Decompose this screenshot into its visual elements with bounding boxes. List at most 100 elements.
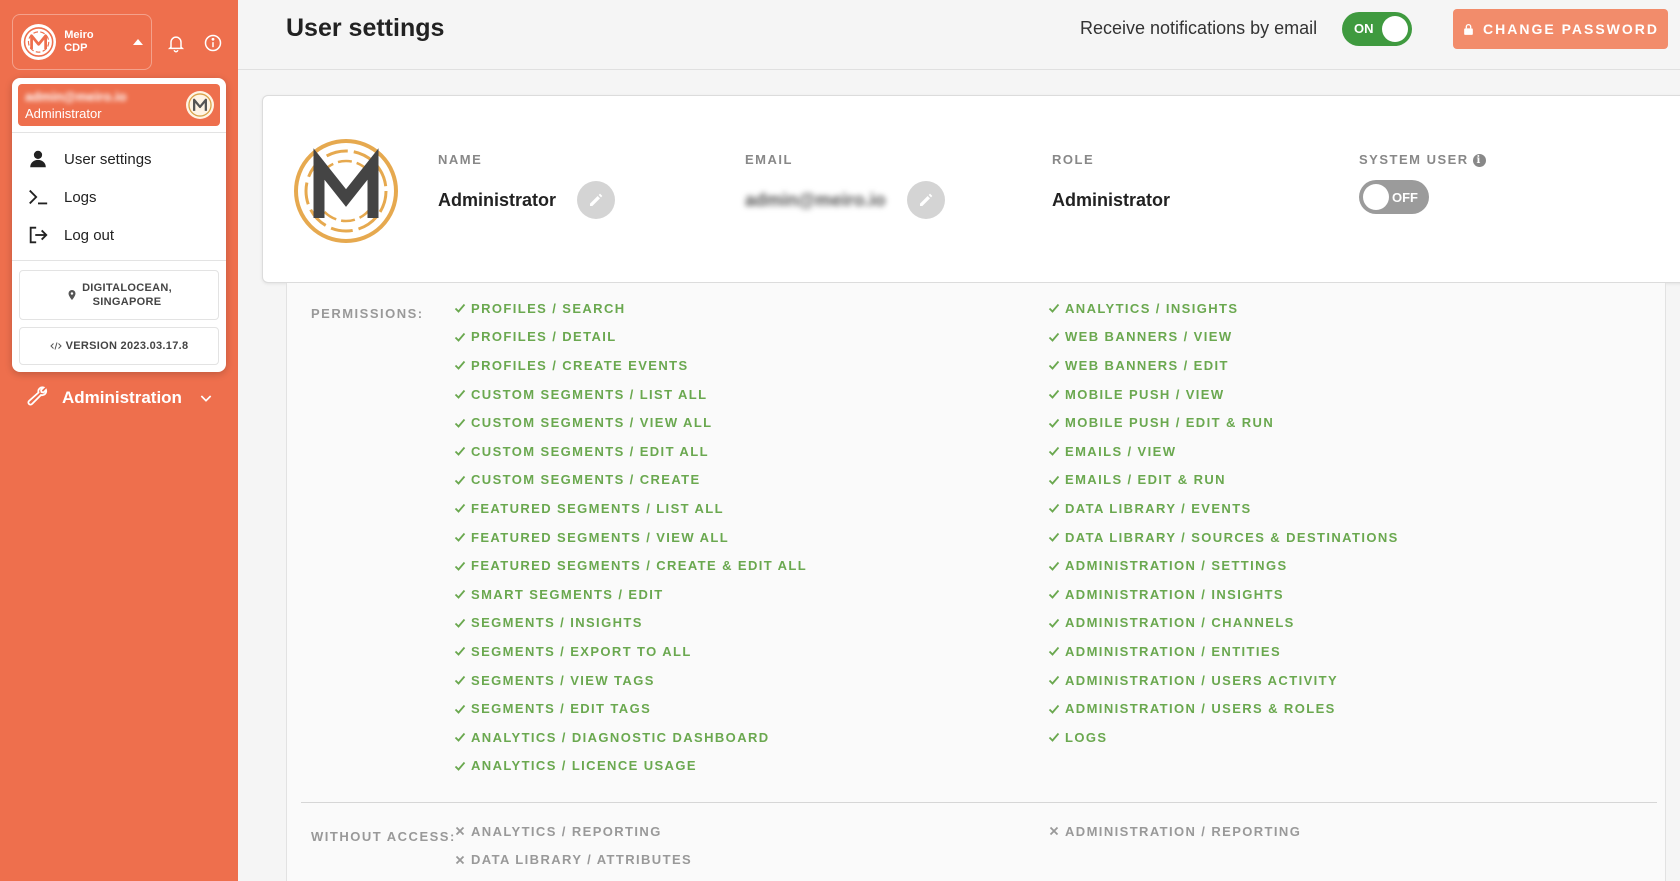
bell-icon[interactable] bbox=[165, 32, 187, 54]
permission-item: SEGMENTS / INSIGHTS bbox=[454, 609, 807, 638]
permission-item: ANALYTICS / INSIGHTS bbox=[1048, 294, 1399, 323]
permission-label: PROFILES / CREATE EVENTS bbox=[471, 357, 689, 373]
toggle-knob bbox=[1382, 16, 1408, 42]
permission-item: ADMINISTRATION / INSIGHTS bbox=[1048, 580, 1399, 609]
code-icon bbox=[49, 342, 62, 350]
user-icon bbox=[26, 147, 50, 171]
wrench-icon bbox=[27, 386, 48, 406]
check-icon bbox=[454, 590, 466, 600]
permission-item: FEATURED SEGMENTS / VIEW ALL bbox=[454, 523, 807, 552]
permission-label: CUSTOM SEGMENTS / CREATE bbox=[471, 472, 701, 488]
permission-label: MOBILE PUSH / EDIT & RUN bbox=[1065, 415, 1275, 431]
check-icon bbox=[1048, 447, 1060, 457]
permission-item: EMAILS / VIEW bbox=[1048, 437, 1399, 466]
permission-label: LOGS bbox=[1065, 729, 1108, 745]
permission-label: SMART SEGMENTS / EDIT bbox=[471, 586, 664, 602]
brand-switcher[interactable]: Meiro CDP bbox=[12, 14, 152, 70]
check-icon bbox=[454, 447, 466, 457]
permission-item: SEGMENTS / EDIT TAGS bbox=[454, 694, 807, 723]
check-icon bbox=[1048, 675, 1060, 685]
check-icon bbox=[1048, 332, 1060, 342]
check-icon bbox=[454, 389, 466, 399]
permission-item: ADMINISTRATION / ENTITIES bbox=[1048, 637, 1399, 666]
system-user-label-text: SYSTEM USER bbox=[1359, 152, 1469, 167]
brand-name: Meiro CDP bbox=[64, 29, 94, 54]
permission-item: ADMINISTRATION / USERS & ROLES bbox=[1048, 694, 1399, 723]
email-label: EMAIL bbox=[745, 152, 793, 167]
permission-item: PROFILES / DETAIL bbox=[454, 323, 807, 352]
info-icon[interactable] bbox=[202, 32, 224, 54]
menu-item-user-settings[interactable]: User settings bbox=[26, 143, 152, 175]
permission-label: ANALYTICS / REPORTING bbox=[471, 823, 662, 839]
name-value: Administrator bbox=[438, 190, 557, 210]
edit-name-button[interactable] bbox=[577, 181, 615, 219]
logout-icon bbox=[26, 223, 50, 247]
menu-item-log-out[interactable]: Log out bbox=[26, 219, 114, 251]
permission-label: ANALYTICS / LICENCE USAGE bbox=[471, 758, 697, 774]
permissions-panel: PERMISSIONS: PROFILES / SEARCH PROFILES /… bbox=[286, 283, 1666, 881]
sidebar-item-administration[interactable]: Administration bbox=[24, 386, 214, 410]
info-icon[interactable]: i bbox=[1472, 154, 1486, 167]
location-line-2: SINGAPORE bbox=[92, 296, 162, 308]
x-icon bbox=[455, 855, 465, 865]
permission-label: ADMINISTRATION / USERS ACTIVITY bbox=[1065, 672, 1339, 688]
check-icon bbox=[454, 475, 466, 485]
permission-label: PROFILES / DETAIL bbox=[471, 329, 617, 345]
divider bbox=[12, 260, 226, 261]
check-icon bbox=[454, 532, 466, 542]
permission-item: CUSTOM SEGMENTS / VIEW ALL bbox=[454, 408, 807, 437]
user-role: Administrator bbox=[25, 106, 102, 121]
no-access-item: ADMINISTRATION / REPORTING bbox=[1048, 817, 1301, 846]
location-line-1: DIGITALOCEAN, bbox=[82, 282, 172, 294]
check-icon bbox=[454, 647, 466, 657]
permission-item: CUSTOM SEGMENTS / LIST ALL bbox=[454, 380, 807, 409]
sidebar: Meiro CDP admin@meiro.io Administrator U… bbox=[0, 0, 238, 881]
permissions-title: PERMISSIONS: bbox=[311, 306, 424, 321]
caret-up-icon bbox=[133, 39, 143, 45]
permission-label: FEATURED SEGMENTS / LIST ALL bbox=[471, 500, 724, 516]
permission-item: WEB BANNERS / VIEW bbox=[1048, 323, 1399, 352]
email-value: admin@meiro.io bbox=[745, 190, 886, 210]
permission-item: DATA LIBRARY / EVENTS bbox=[1048, 494, 1399, 523]
email-notifications-toggle[interactable]: ON bbox=[1342, 12, 1412, 46]
permission-item: ADMINISTRATION / USERS ACTIVITY bbox=[1048, 666, 1399, 695]
check-icon bbox=[1048, 647, 1060, 657]
check-icon bbox=[1048, 504, 1060, 514]
permission-label: MOBILE PUSH / VIEW bbox=[1065, 386, 1225, 402]
permission-label: ADMINISTRATION / USERS & ROLES bbox=[1065, 701, 1336, 717]
change-password-button[interactable]: CHANGE PASSWORD bbox=[1453, 9, 1668, 49]
system-user-label: SYSTEM USER i bbox=[1359, 152, 1486, 167]
permission-item: FEATURED SEGMENTS / CREATE & EDIT ALL bbox=[454, 551, 807, 580]
check-icon bbox=[454, 733, 466, 743]
permission-item: WEB BANNERS / EDIT bbox=[1048, 351, 1399, 380]
permission-label: ADMINISTRATION / ENTITIES bbox=[1065, 643, 1282, 659]
permission-label: ADMINISTRATION / REPORTING bbox=[1065, 823, 1302, 839]
lock-icon bbox=[1464, 23, 1473, 35]
profile-card: NAME Administrator EMAIL admin@meiro.io … bbox=[262, 95, 1680, 283]
x-icon bbox=[1049, 827, 1059, 836]
permission-item: PROFILES / CREATE EVENTS bbox=[454, 351, 807, 380]
version-info: VERSION 2023.03.17.8 bbox=[19, 327, 219, 365]
permission-item: MOBILE PUSH / EDIT & RUN bbox=[1048, 408, 1399, 437]
check-icon bbox=[1048, 590, 1060, 600]
role-value: Administrator bbox=[1052, 190, 1171, 210]
permission-label: ADMINISTRATION / SETTINGS bbox=[1065, 558, 1288, 574]
avatar bbox=[186, 91, 214, 119]
page-title: User settings bbox=[286, 14, 445, 42]
permission-label: CUSTOM SEGMENTS / EDIT ALL bbox=[471, 443, 709, 459]
permission-label: PROFILES / SEARCH bbox=[471, 300, 626, 316]
check-icon bbox=[454, 675, 466, 685]
check-icon bbox=[1048, 418, 1060, 428]
system-user-toggle[interactable]: OFF bbox=[1359, 180, 1429, 214]
meiro-logo-icon bbox=[21, 24, 57, 60]
permission-item: PROFILES / SEARCH bbox=[454, 294, 807, 323]
permission-label: CUSTOM SEGMENTS / LIST ALL bbox=[471, 386, 708, 402]
pencil-icon bbox=[590, 193, 603, 206]
divider bbox=[301, 802, 1657, 803]
edit-email-button[interactable] bbox=[907, 181, 945, 219]
menu-item-logs[interactable]: Logs bbox=[26, 181, 97, 213]
check-icon bbox=[1048, 389, 1060, 399]
permission-label: SEGMENTS / VIEW TAGS bbox=[471, 672, 655, 688]
permission-item: SEGMENTS / EXPORT TO ALL bbox=[454, 637, 807, 666]
permission-label: ANALYTICS / DIAGNOSTIC DASHBOARD bbox=[471, 729, 770, 745]
